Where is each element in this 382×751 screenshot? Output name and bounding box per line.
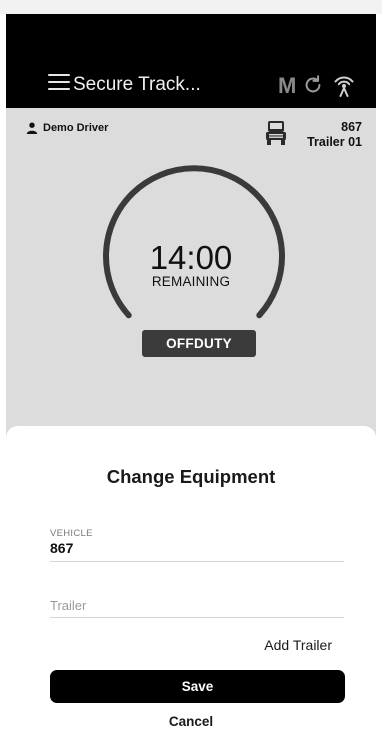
vehicle-number: 867 — [341, 120, 362, 134]
driver-info: Demo Driver — [26, 122, 108, 134]
change-equipment-sheet: Change Equipment VEHICLE 867 Add Trailer… — [6, 426, 376, 751]
app-title: Secure Track... — [73, 74, 201, 95]
remaining-label: REMAINING — [151, 274, 231, 289]
trailer-input[interactable] — [50, 594, 344, 618]
sheet-title: Change Equipment — [106, 466, 276, 487]
m-indicator[interactable]: M — [278, 73, 296, 99]
trailer-name: Trailer 01 — [307, 135, 362, 149]
time-remaining: 14:00 — [149, 239, 233, 276]
equipment-info[interactable]: 867 Trailer 01 — [307, 120, 362, 150]
signal-icon[interactable] — [332, 73, 356, 97]
save-button[interactable]: Save — [50, 670, 345, 703]
duty-status-button[interactable]: OFFDUTY — [142, 330, 256, 357]
person-icon — [26, 122, 38, 134]
driver-name: Demo Driver — [43, 122, 109, 134]
menu-icon[interactable] — [48, 74, 70, 94]
app-screen: Secure Track... M Demo Driver 867 Traile… — [6, 14, 376, 751]
vehicle-label: VEHICLE — [50, 528, 93, 539]
truck-icon — [266, 121, 286, 145]
vehicle-field[interactable]: 867 — [50, 540, 73, 556]
vehicle-underline — [50, 561, 344, 562]
add-trailer-link[interactable]: Add Trailer — [264, 637, 332, 653]
top-strip — [0, 0, 382, 14]
navbar: Secure Track... M — [6, 64, 376, 108]
refresh-icon[interactable] — [302, 74, 324, 96]
cancel-button[interactable]: Cancel — [6, 714, 376, 729]
